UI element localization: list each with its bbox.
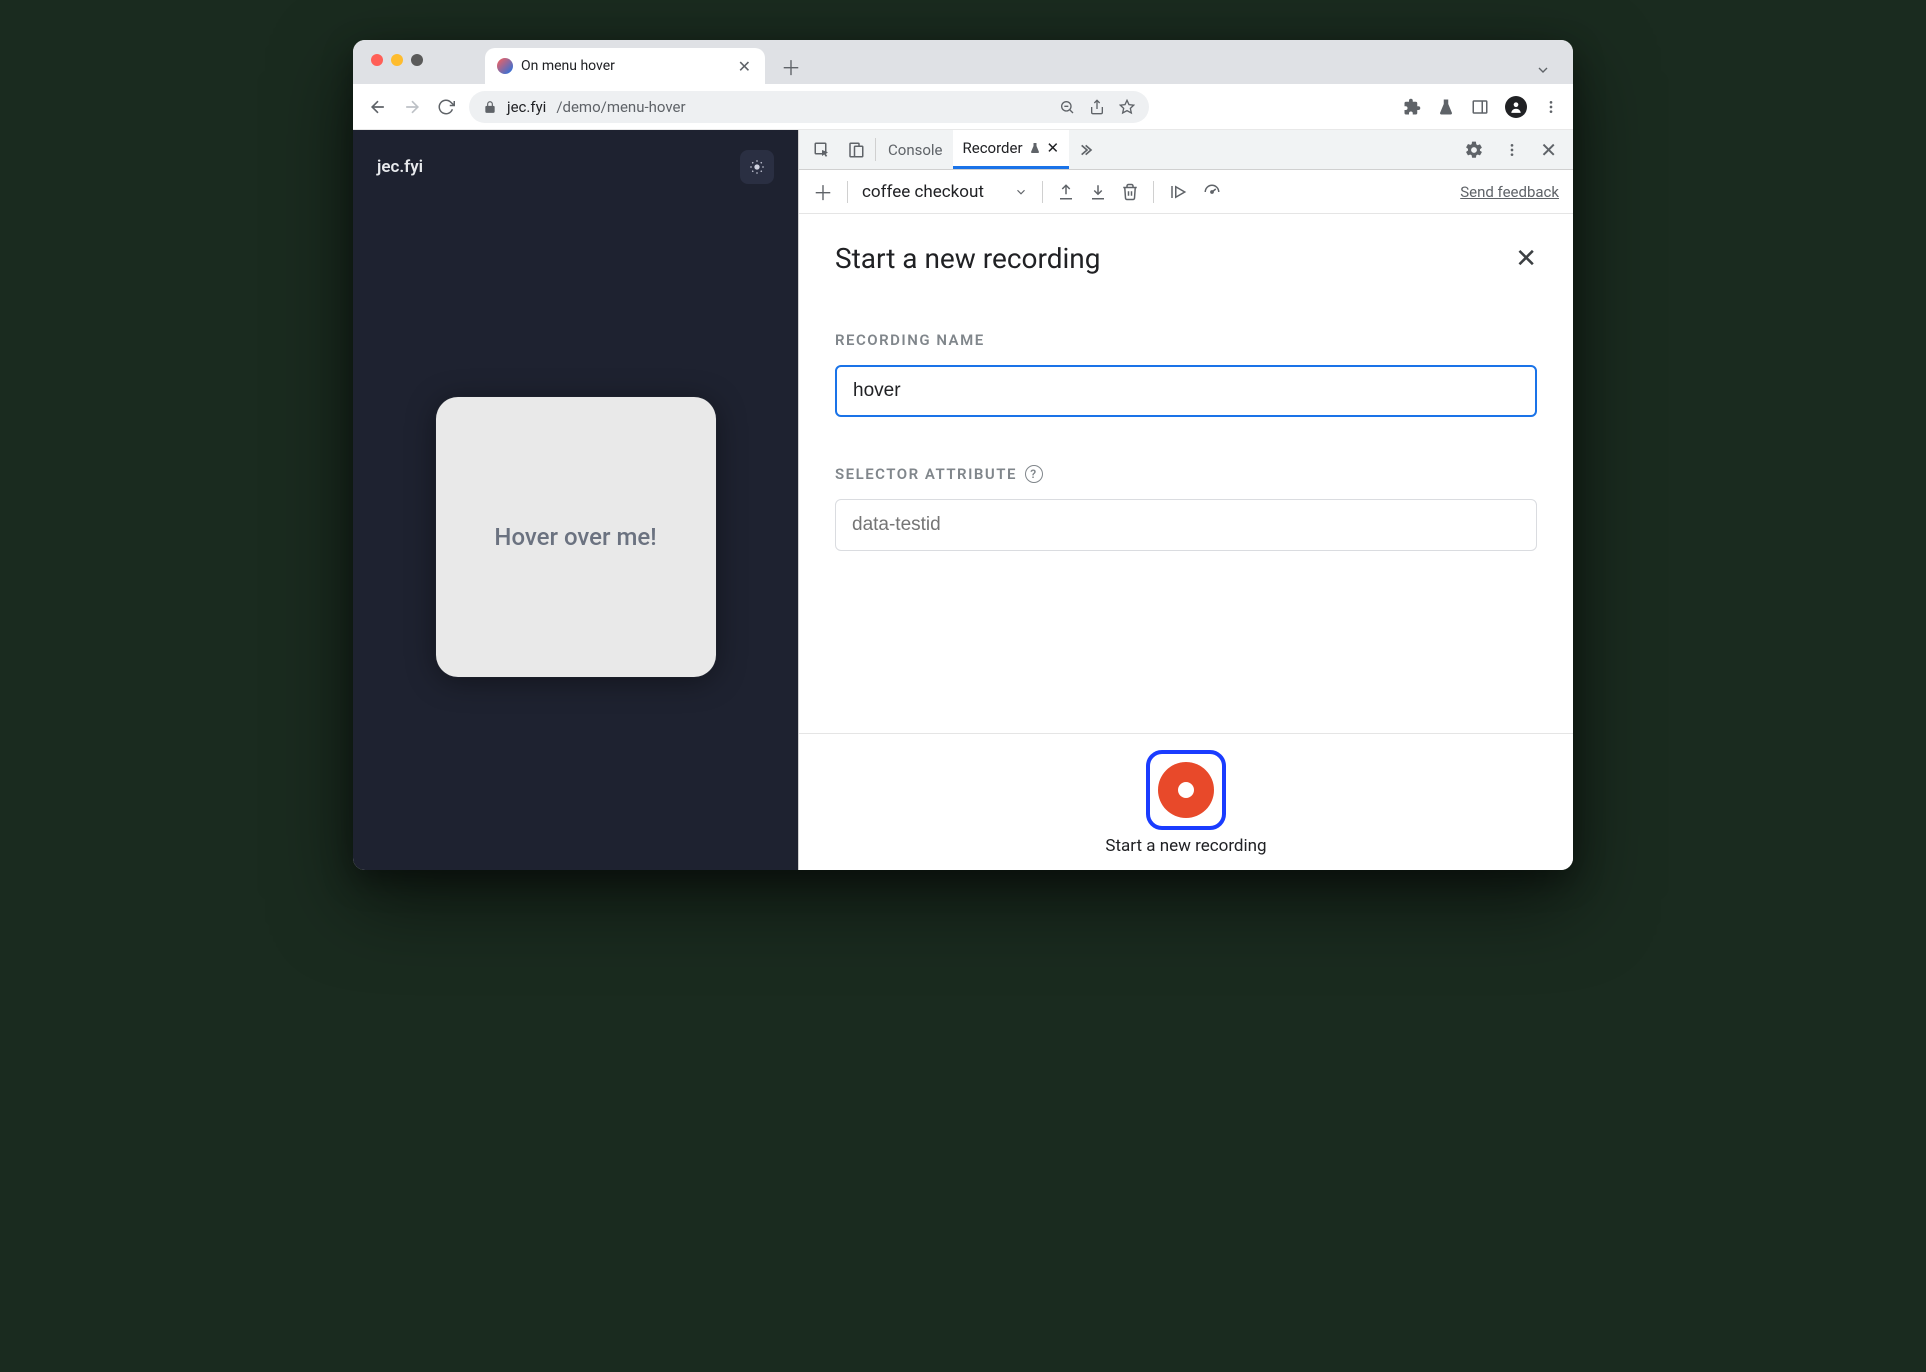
hover-card[interactable]: Hover over me! [436, 397, 716, 677]
device-toolbar-icon[interactable] [839, 130, 873, 169]
settings-icon[interactable] [1458, 140, 1490, 160]
close-devtools-icon[interactable]: ✕ [1534, 138, 1563, 162]
zoom-out-icon[interactable] [1059, 99, 1075, 115]
chevron-down-icon [1014, 185, 1028, 199]
import-icon[interactable] [1089, 183, 1107, 201]
browser-window: On menu hover ✕ ＋ jec.fyi/demo/menu-hove… [353, 40, 1573, 870]
new-recording-icon[interactable]: ＋ [813, 177, 833, 206]
send-feedback-link[interactable]: Send feedback [1460, 183, 1559, 201]
devtools-tab-bar: Console Recorder ✕ ✕ [799, 130, 1573, 170]
tab-console[interactable]: Console [878, 130, 953, 169]
browser-menu-icon[interactable] [1543, 99, 1559, 115]
close-window-button[interactable] [371, 54, 383, 66]
site-title: jec.fyi [377, 157, 423, 177]
maximize-window-button[interactable] [411, 54, 423, 66]
extensions-icon[interactable] [1403, 98, 1421, 116]
selector-attribute-input[interactable] [835, 499, 1537, 551]
start-recording-label: Start a new recording [1105, 836, 1266, 856]
bookmark-icon[interactable] [1119, 99, 1135, 115]
delete-icon[interactable] [1121, 183, 1139, 201]
theme-toggle-button[interactable] [740, 150, 774, 184]
favicon-icon [497, 58, 513, 74]
close-tab-button[interactable]: ✕ [738, 57, 751, 76]
panel-title: Start a new recording [835, 242, 1100, 275]
omnibox[interactable]: jec.fyi/demo/menu-hover [469, 91, 1149, 123]
more-tabs-icon[interactable] [1069, 130, 1101, 169]
lock-icon [483, 100, 497, 114]
panel-icon[interactable] [1471, 98, 1489, 116]
selector-attribute-label: SELECTOR ATTRIBUTE ? [835, 465, 1537, 483]
devtools-menu-icon[interactable] [1498, 142, 1526, 158]
record-icon [1158, 762, 1214, 818]
url-path: /demo/menu-hover [556, 98, 685, 116]
forward-button[interactable] [401, 96, 423, 118]
profile-avatar[interactable] [1505, 96, 1527, 118]
replay-icon[interactable] [1168, 183, 1188, 201]
inspect-element-icon[interactable] [805, 130, 839, 169]
close-panel-icon[interactable]: ✕ [1515, 244, 1537, 274]
tab-strip: On menu hover ✕ ＋ [353, 40, 1573, 84]
labs-icon[interactable] [1437, 98, 1455, 116]
start-recording-button[interactable] [1146, 750, 1226, 830]
recording-select[interactable]: coffee checkout [862, 182, 1028, 202]
devtools-panel: Console Recorder ✕ ✕ ＋ [798, 130, 1573, 870]
window-controls [371, 54, 423, 66]
recorder-body: Start a new recording ✕ RECORDING NAME S… [799, 214, 1573, 733]
reload-button[interactable] [435, 96, 457, 118]
address-bar-row: jec.fyi/demo/menu-hover [353, 84, 1573, 130]
minimize-window-button[interactable] [391, 54, 403, 66]
export-icon[interactable] [1057, 183, 1075, 201]
performance-icon[interactable] [1202, 183, 1222, 201]
url-host: jec.fyi [507, 98, 546, 116]
close-tab-recorder[interactable]: ✕ [1047, 139, 1060, 157]
page-viewport: jec.fyi Hover over me! [353, 130, 798, 870]
tabs-overflow-button[interactable] [1535, 62, 1551, 78]
tab-recorder[interactable]: Recorder ✕ [953, 130, 1070, 169]
share-icon[interactable] [1089, 99, 1105, 115]
browser-tab[interactable]: On menu hover ✕ [485, 48, 765, 84]
recorder-footer: Start a new recording [799, 733, 1573, 870]
flask-icon [1029, 142, 1041, 154]
tab-title: On menu hover [521, 58, 615, 74]
hover-card-text: Hover over me! [494, 523, 656, 551]
back-button[interactable] [367, 96, 389, 118]
recording-name-label: RECORDING NAME [835, 331, 1537, 349]
recorder-toolbar: ＋ coffee checkout Send feedback [799, 170, 1573, 214]
recording-name-input[interactable] [835, 365, 1537, 417]
new-tab-button[interactable]: ＋ [777, 52, 805, 80]
help-icon[interactable]: ? [1025, 465, 1043, 483]
